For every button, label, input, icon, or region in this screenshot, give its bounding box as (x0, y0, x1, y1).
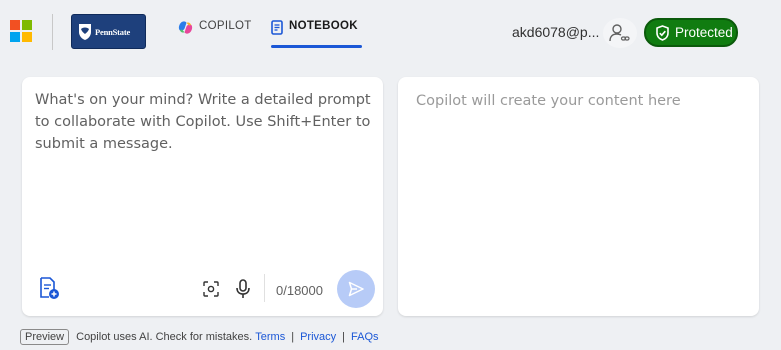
privacy-link[interactable]: Privacy (300, 331, 336, 343)
account-avatar[interactable] (603, 18, 637, 48)
terms-link[interactable]: Terms (255, 331, 285, 343)
footer: Preview Copilot uses AI. Check for mista… (20, 327, 379, 347)
screenshot-icon (203, 281, 219, 297)
shield-check-icon (656, 24, 669, 41)
person-link-icon (609, 24, 630, 42)
pennstate-shield-icon (79, 23, 91, 40)
faqs-link[interactable]: FAQs (351, 331, 379, 343)
header-divider (52, 14, 53, 50)
ai-disclaimer: Copilot uses AI. Check for mistakes. (76, 331, 253, 343)
tab-notebook[interactable]: NOTEBOOK (271, 20, 362, 48)
add-to-notebook-button[interactable] (36, 275, 62, 301)
character-count: 0/18000 (276, 283, 323, 298)
prompt-input[interactable] (35, 89, 375, 209)
notebook-add-icon (40, 277, 59, 299)
tab-copilot[interactable]: COPILOT (178, 20, 252, 48)
toolbar-divider (264, 274, 265, 302)
microphone-icon (236, 279, 250, 298)
notebook-icon (271, 20, 283, 35)
preview-badge: Preview (20, 329, 70, 345)
link-separator: | (291, 331, 295, 343)
screenshot-button[interactable] (200, 278, 222, 300)
org-name: PennState (95, 26, 131, 37)
send-icon (348, 281, 364, 297)
top-bar: PennState COPILOT NOTEBOOK akd6078@p... (0, 0, 781, 62)
org-logo[interactable]: PennState (71, 14, 146, 49)
prompt-panel: 0/18000 (22, 77, 383, 316)
tab-copilot-label: COPILOT (199, 20, 252, 32)
protected-label: Protected (675, 25, 733, 40)
microphone-button[interactable] (232, 277, 254, 301)
protected-badge[interactable]: Protected (644, 18, 738, 47)
link-separator: | (342, 331, 345, 343)
send-button[interactable] (337, 270, 375, 308)
output-placeholder: Copilot will create your content here (416, 93, 681, 109)
account-name[interactable]: akd6078@p... (512, 24, 599, 40)
microsoft-logo[interactable] (10, 20, 32, 42)
tab-notebook-label: NOTEBOOK (289, 20, 358, 32)
output-panel: Copilot will create your content here (398, 77, 759, 316)
copilot-icon (178, 21, 193, 34)
